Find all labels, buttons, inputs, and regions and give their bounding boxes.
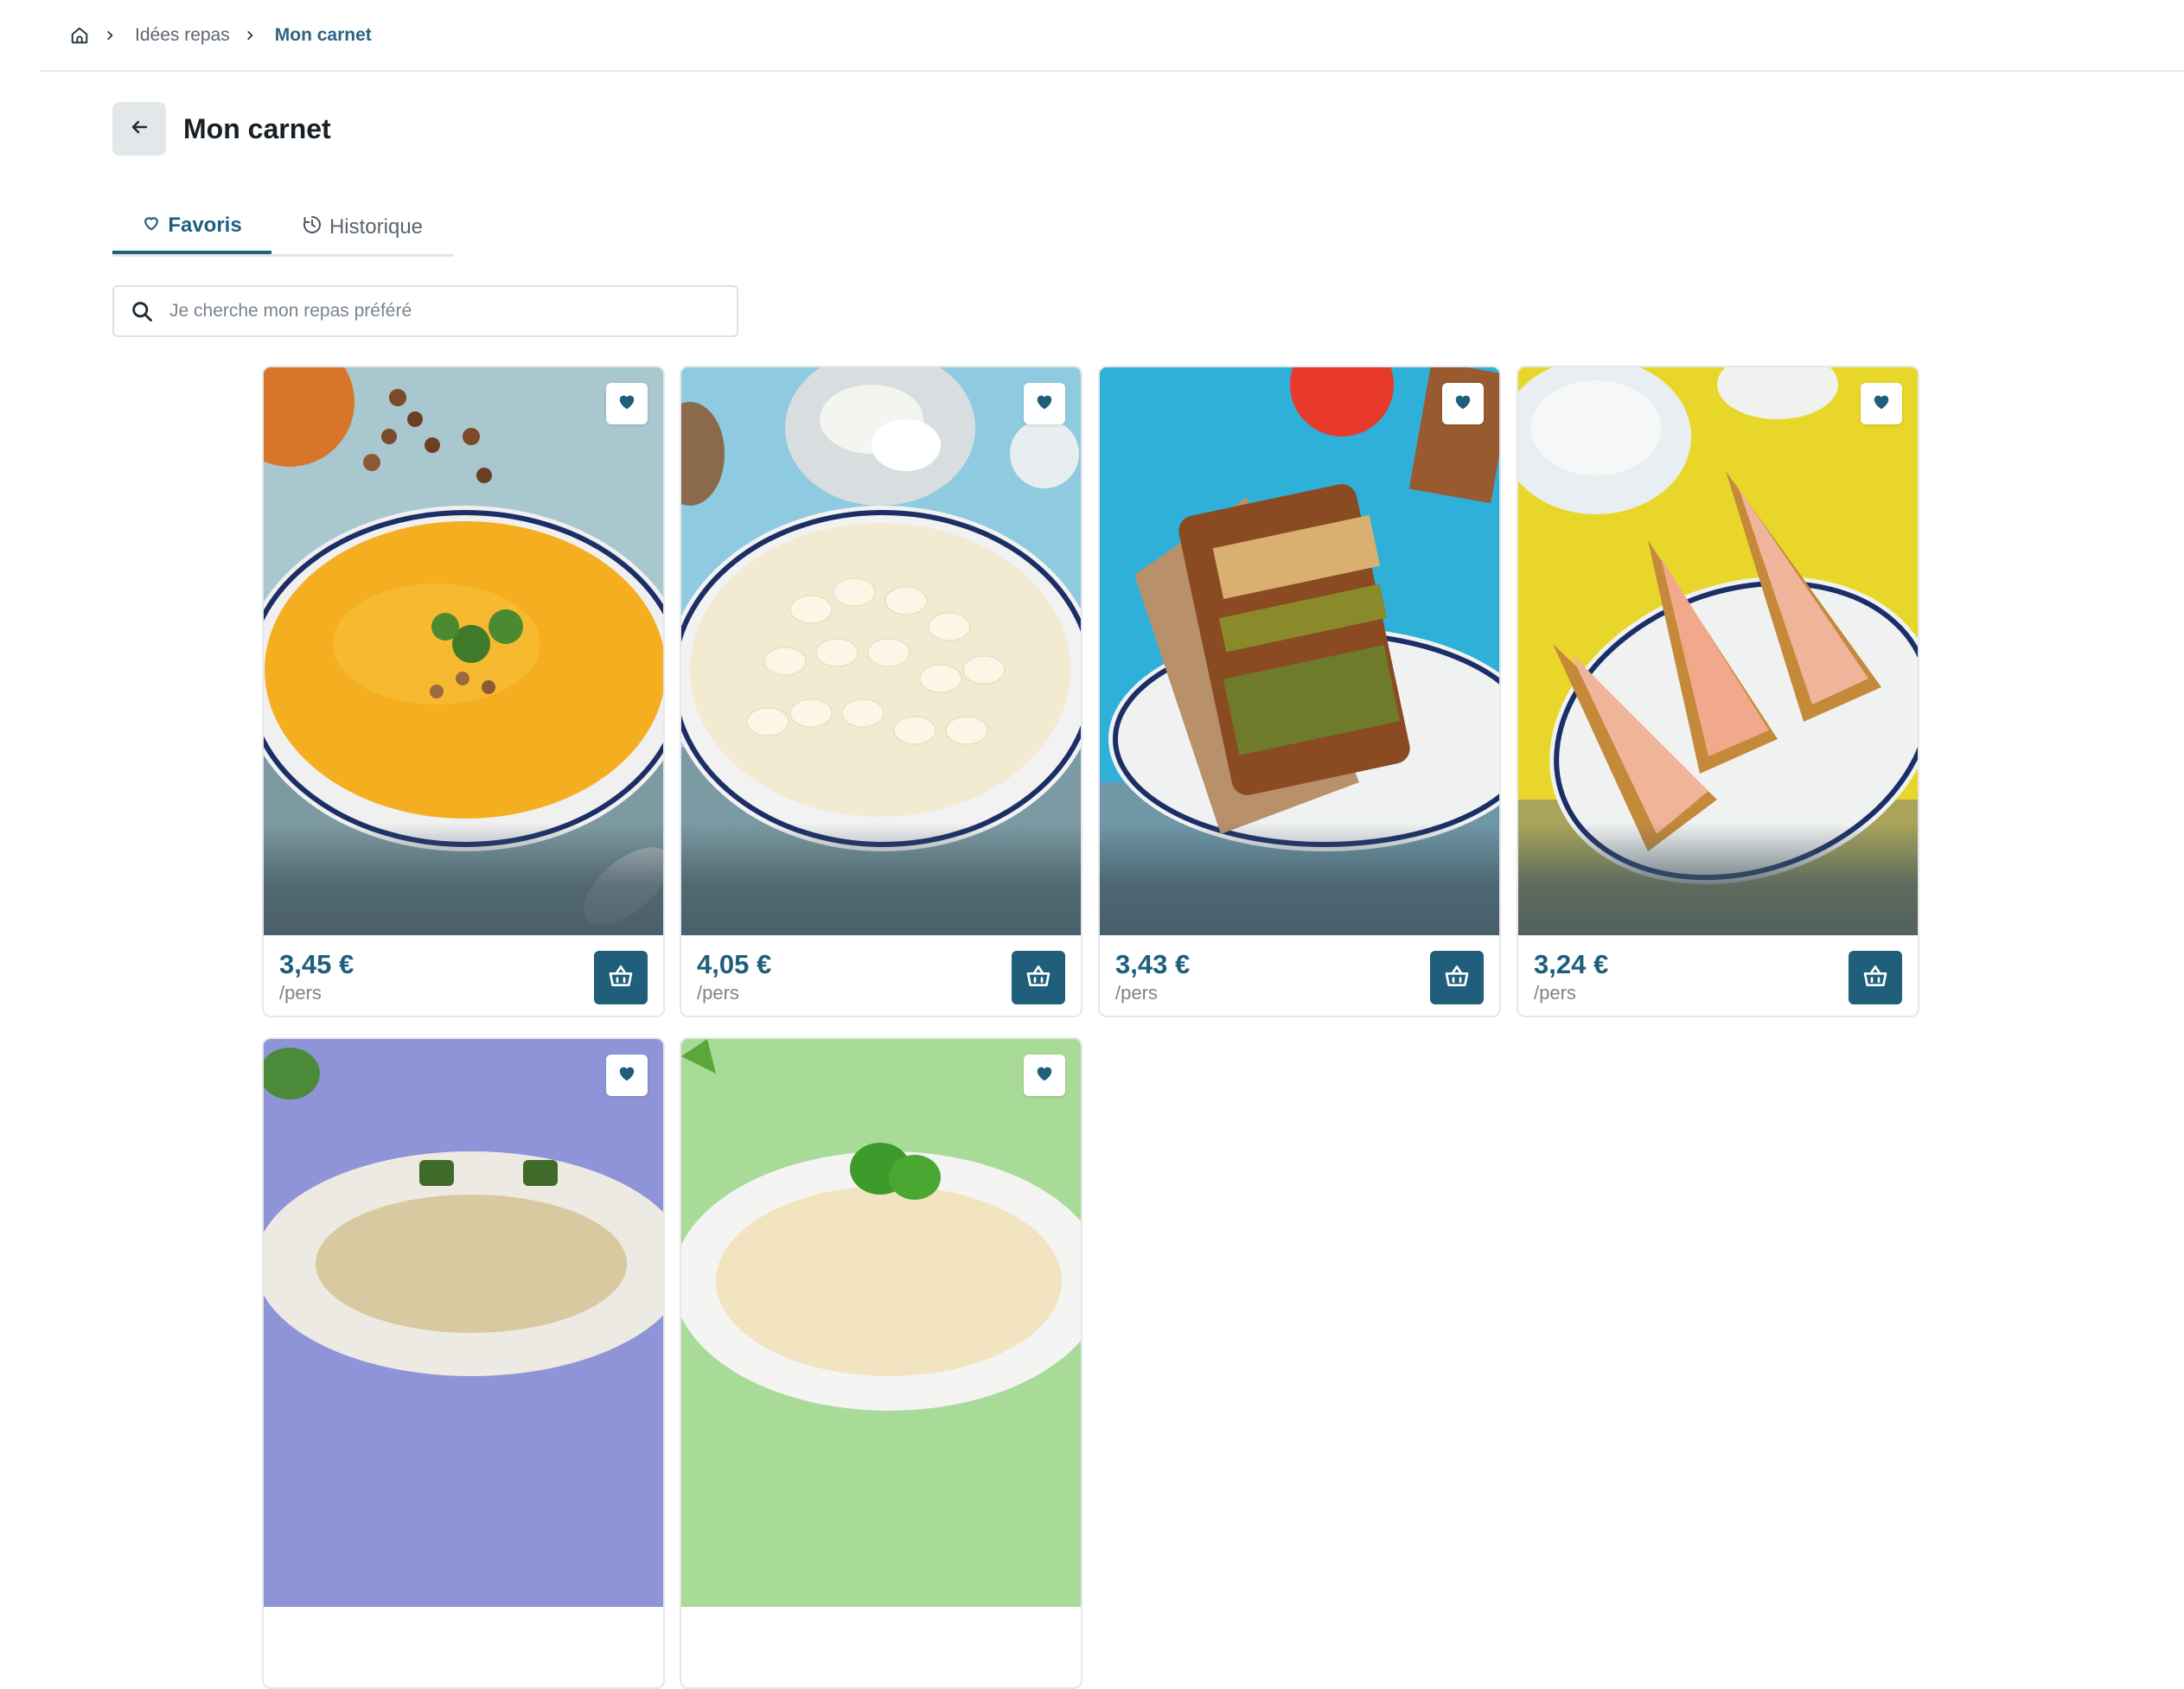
heart-filled-icon	[1872, 392, 1891, 416]
add-to-basket-button[interactable]	[1849, 951, 1902, 1004]
recipe-card[interactable]: Croque-monsieur au saumon 4 3,24 € /pers	[1517, 366, 1919, 1017]
price-row: 4,05 € /pers	[681, 935, 1081, 1016]
recipe-card[interactable]	[680, 1037, 1082, 1689]
price-row: 3,45 € /pers	[264, 935, 663, 1016]
recipe-image	[264, 367, 663, 935]
tab-bar: Favoris Historique	[112, 201, 453, 257]
recipe-image	[1518, 367, 1918, 935]
image-overlay	[264, 823, 663, 935]
recipe-card[interactable]: Soupe au potimarron et noisettes 4 3,45 …	[262, 366, 665, 1017]
image-overlay	[681, 823, 1081, 935]
recipe-card[interactable]	[262, 1037, 665, 1689]
favorite-button[interactable]	[1442, 383, 1484, 424]
recipe-image	[264, 1039, 663, 1607]
image-overlay	[1518, 823, 1918, 935]
tab-favoris[interactable]: Favoris	[112, 201, 271, 254]
price-row: 3,24 € /pers	[1518, 935, 1918, 1016]
recipe-card[interactable]: Croque-monsieur pesto et poulet 4 3,43 €…	[1098, 366, 1501, 1017]
price-row: 3,43 € /pers	[1100, 935, 1499, 1016]
price-unit: /pers	[697, 982, 739, 1004]
price-unit: /pers	[279, 982, 322, 1004]
basket-icon	[1025, 962, 1052, 994]
heart-filled-icon	[617, 1064, 636, 1087]
tab-label: Historique	[329, 215, 424, 239]
heart-filled-icon	[1035, 1064, 1054, 1087]
arrow-left-icon	[129, 117, 150, 142]
recipe-image	[1100, 367, 1499, 935]
tab-historique[interactable]: Historique	[271, 201, 453, 254]
heart-filled-icon	[617, 392, 636, 416]
favorite-button[interactable]	[606, 383, 648, 424]
favorite-button[interactable]	[1024, 383, 1065, 424]
home-icon[interactable]	[69, 25, 90, 46]
page-title: Mon carnet	[183, 113, 331, 144]
image-overlay	[1100, 823, 1499, 935]
chevron-right-icon	[104, 28, 119, 43]
basket-icon	[1443, 962, 1471, 994]
recipe-image	[681, 1039, 1081, 1607]
back-button[interactable]	[112, 102, 166, 156]
tab-label: Favoris	[168, 214, 242, 237]
recipe-price: 3,45 €	[279, 949, 354, 979]
breadcrumb-link-idees-repas[interactable]: Idées repas	[135, 25, 230, 46]
price-unit: /pers	[1534, 982, 1576, 1004]
price-unit: /pers	[1115, 982, 1158, 1004]
favorite-button[interactable]	[1861, 383, 1902, 424]
search-input[interactable]	[168, 300, 690, 322]
add-to-basket-button[interactable]	[594, 951, 648, 1004]
breadcrumb: Idées repas Mon carnet	[69, 22, 372, 48]
favorite-button[interactable]	[1024, 1055, 1065, 1096]
search-icon	[130, 298, 156, 324]
search-bar	[112, 285, 738, 337]
header-divider	[40, 70, 2184, 72]
chevron-right-icon	[244, 28, 259, 43]
basket-icon	[1862, 962, 1889, 994]
add-to-basket-button[interactable]	[1012, 951, 1065, 1004]
recipe-price: 3,43 €	[1115, 949, 1191, 979]
add-to-basket-button[interactable]	[1430, 951, 1484, 1004]
recipe-image	[681, 367, 1081, 935]
heart-icon	[142, 214, 161, 239]
heart-filled-icon	[1035, 392, 1054, 416]
recipe-card[interactable]: Gnocchis maison aux 4 fromages 4 4,05 € …	[680, 366, 1082, 1017]
recipe-price: 4,05 €	[697, 949, 772, 979]
favorite-button[interactable]	[606, 1055, 648, 1096]
basket-icon	[607, 962, 635, 994]
history-icon	[302, 214, 322, 241]
recipe-price: 3,24 €	[1534, 949, 1609, 979]
breadcrumb-current: Mon carnet	[274, 25, 372, 45]
heart-filled-icon	[1453, 392, 1472, 416]
